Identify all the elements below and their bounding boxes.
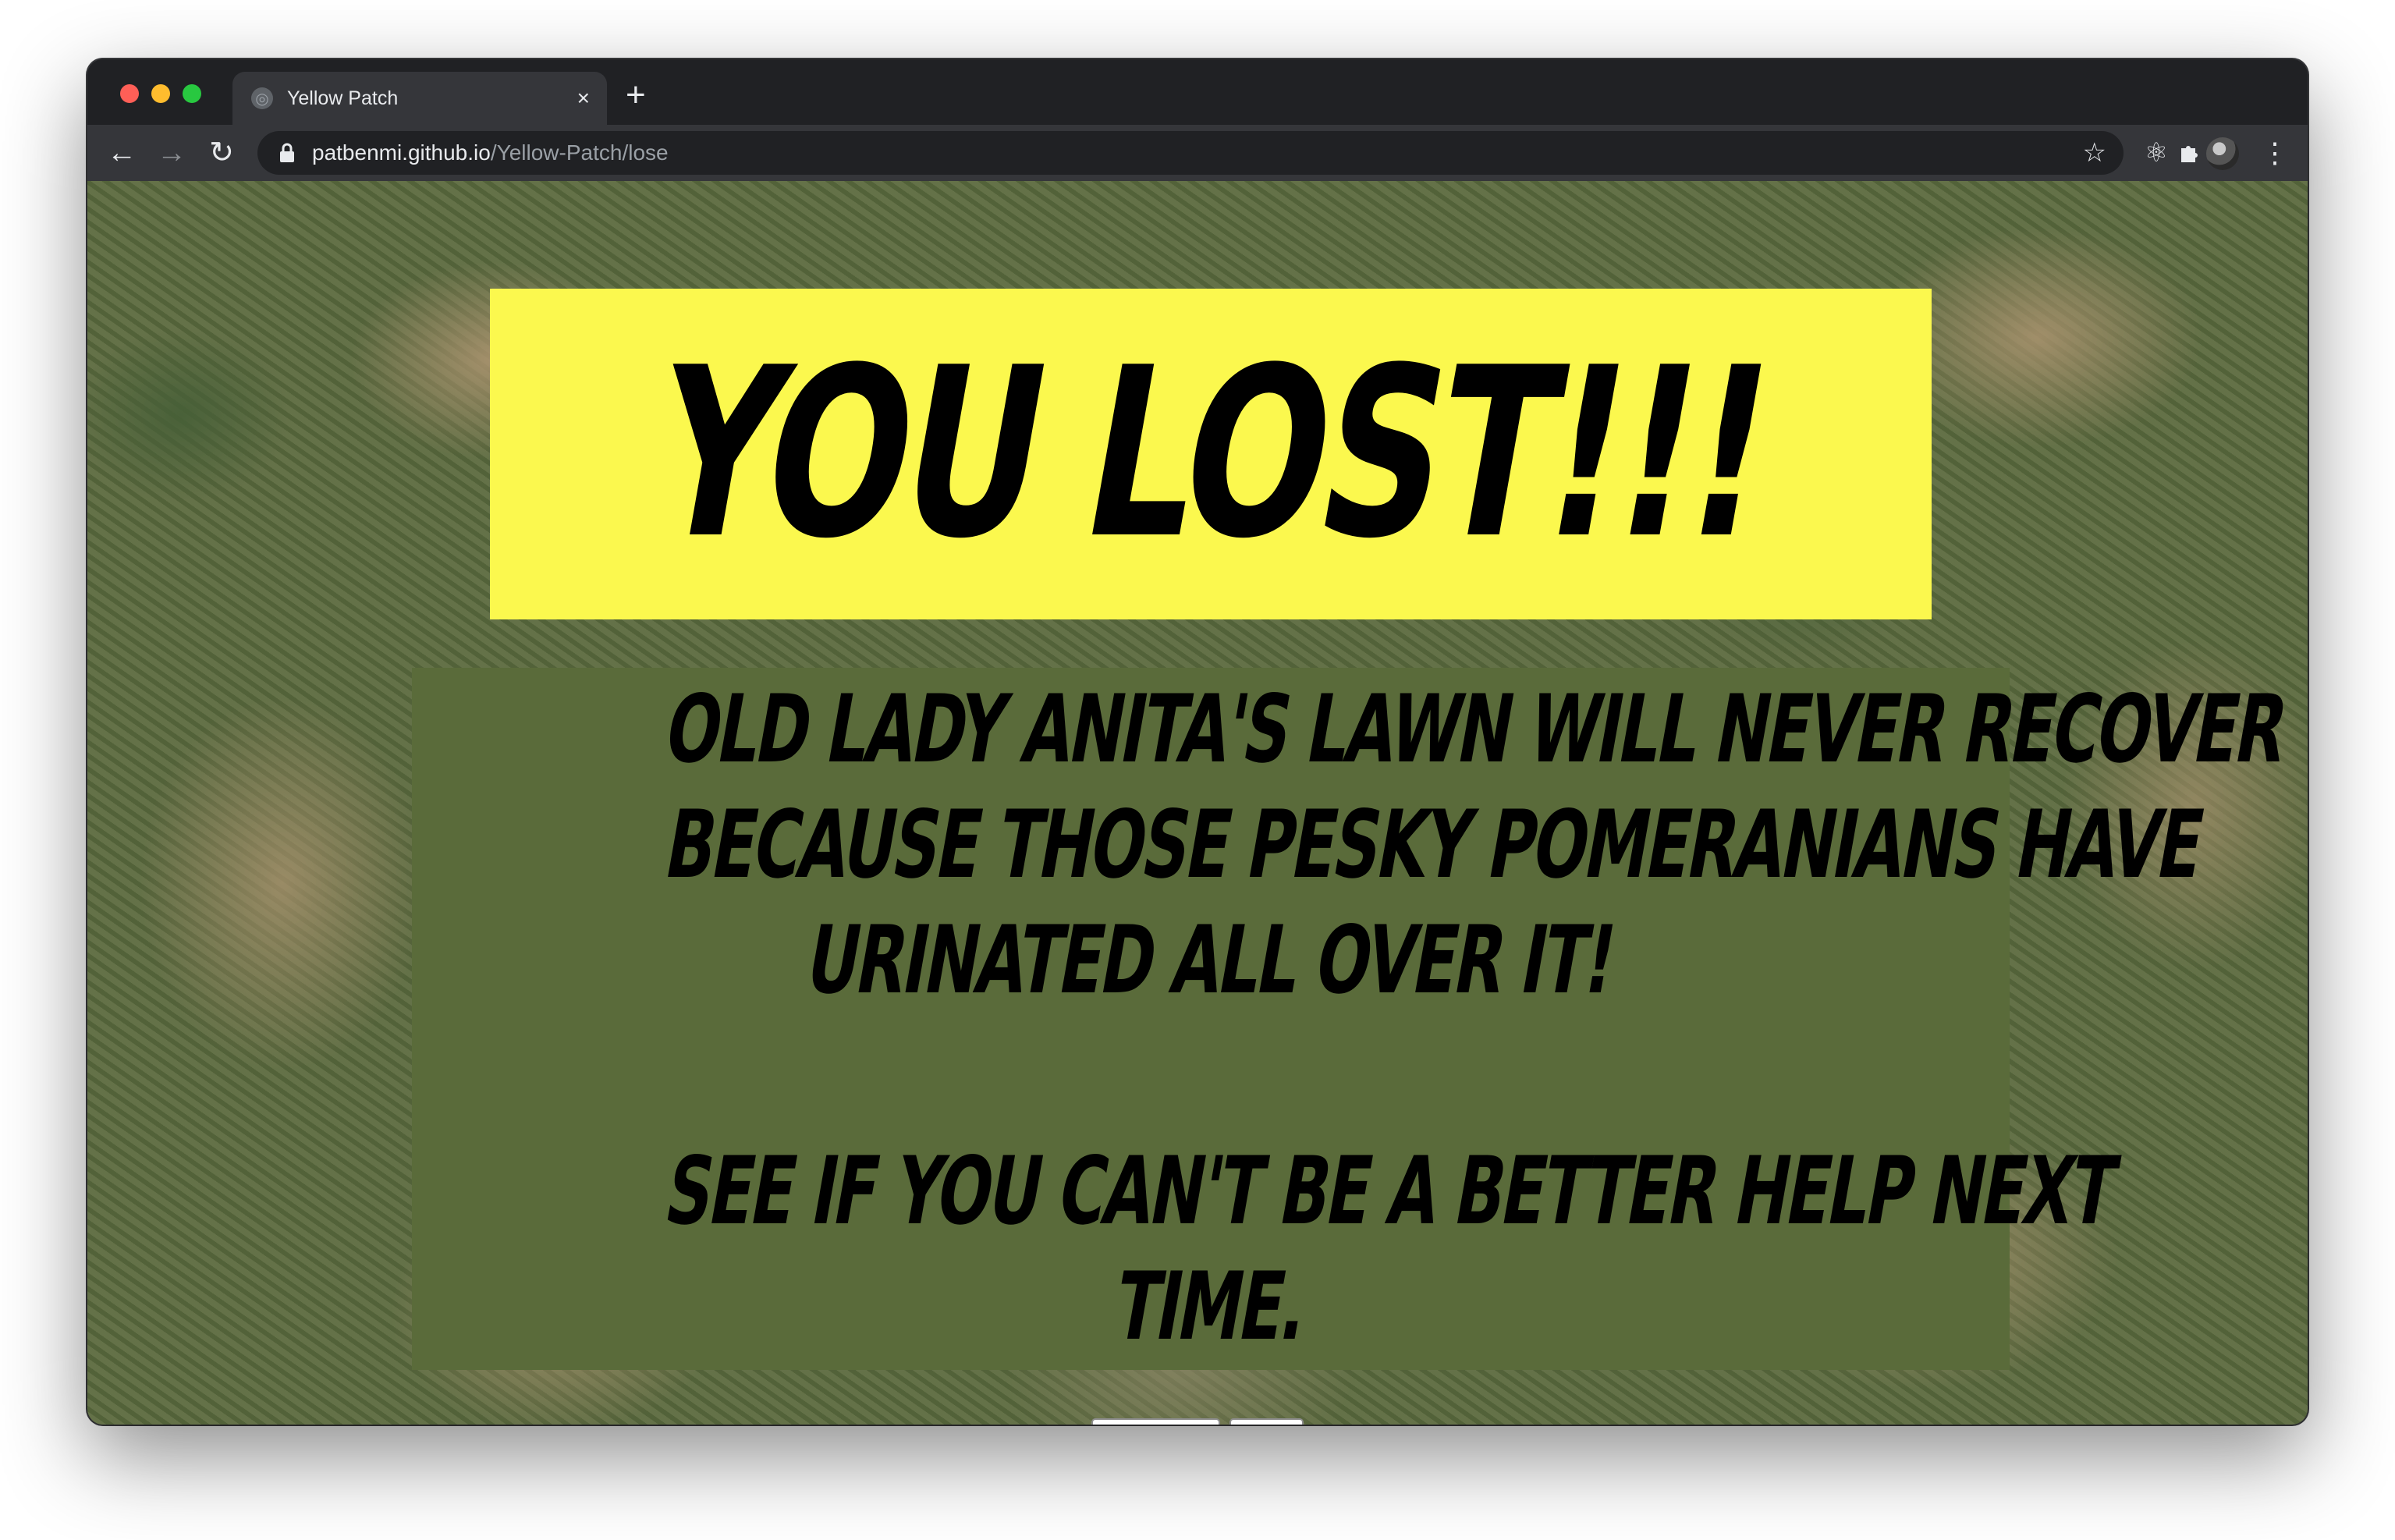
new-tab-button[interactable]: + (626, 78, 646, 112)
message-line: time. (1107, 1253, 1315, 1361)
lose-message-box: Old Lady Anita's lawn will never recover… (412, 668, 2294, 1370)
back-arrow-icon[interactable]: ← (103, 134, 140, 172)
headline: YOU LOST!!! (634, 318, 1787, 590)
kebab-menu-icon[interactable]: ⋮ (2258, 136, 2292, 170)
message-line: Old Lady Anita's lawn will never recover (658, 676, 2294, 784)
minimize-window-button[interactable] (151, 84, 170, 103)
profile-avatar[interactable] (2206, 137, 2239, 170)
message-line: See if you can't be a better help next (658, 1137, 2124, 1246)
retry-button[interactable]: Retry (1229, 1418, 1304, 1425)
headline-banner: YOU LOST!!! (490, 289, 1932, 619)
url-path: /Yellow-Patch/lose (490, 140, 669, 165)
maximize-window-button[interactable] (183, 84, 201, 103)
reload-icon[interactable]: ↻ (203, 134, 240, 172)
tab-title: Yellow Patch (287, 87, 399, 109)
window-controls (120, 84, 201, 103)
url-host: patbenmi.github.io (312, 140, 491, 165)
url-text: patbenmi.github.io/Yellow-Patch/lose (312, 140, 669, 165)
close-window-button[interactable] (120, 84, 139, 103)
tab-close-icon[interactable]: × (577, 86, 590, 111)
browser-window: ◎ Yellow Patch × + ← → ↻ patbenmi.github… (87, 59, 2308, 1425)
message-line: because those pesky Pomeranians have (658, 791, 2211, 900)
globe-icon: ◎ (251, 87, 273, 109)
instructions-button[interactable]: Instructions (1091, 1418, 1221, 1425)
puzzle-icon[interactable] (2172, 136, 2206, 170)
forward-arrow-icon[interactable]: → (153, 134, 190, 172)
tab-yellow-patch[interactable]: ◎ Yellow Patch × (232, 72, 607, 125)
lock-icon[interactable] (276, 142, 298, 164)
message-line: urinated all over it! (799, 907, 1623, 1015)
page-content: YOU LOST!!! Old Lady Anita's lawn will n… (87, 181, 2308, 1425)
tab-strip: ◎ Yellow Patch × + (87, 59, 2308, 125)
react-devtools-icon[interactable]: ⚛ (2139, 136, 2173, 170)
address-bar[interactable]: patbenmi.github.io/Yellow-Patch/lose ☆ (257, 131, 2124, 175)
browser-toolbar: ← → ↻ patbenmi.github.io/Yellow-Patch/lo… (87, 125, 2308, 181)
action-buttons: Instructions Retry (87, 1418, 2308, 1425)
star-icon[interactable]: ☆ (2083, 137, 2106, 169)
